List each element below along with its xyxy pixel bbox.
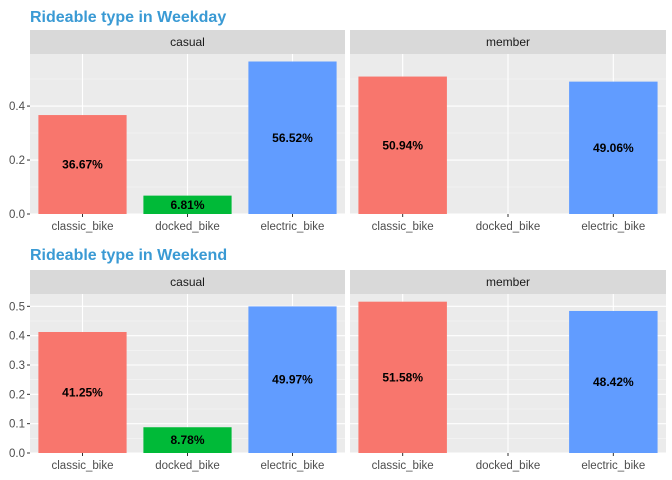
facet-strip-label: casual	[170, 275, 205, 289]
x-tick-label: electric_bike	[581, 221, 645, 233]
figure: Rideable type in Weekday casual 36.67% 6.81…	[9, 9, 666, 472]
x-tick-label: electric_bike	[581, 460, 645, 472]
bar-label-classic_bike: 41.25%	[62, 385, 103, 399]
x-tick-label: docked_bike	[476, 460, 541, 472]
y-tick-label: 0.5	[9, 301, 25, 313]
facet-casual: casual 41.25% 8.78% 49.97% classic_bike docke…	[9, 270, 345, 472]
bar-label-electric_bike: 49.06%	[593, 141, 634, 155]
y-tick-label: 0.3	[9, 360, 25, 372]
y-tick-label: 0.0	[9, 209, 25, 221]
bar-label-electric_bike: 49.97%	[272, 373, 313, 387]
x-tick-label: electric_bike	[261, 460, 325, 472]
chart-title: Rideable type in Weekend	[30, 247, 227, 264]
y-tick-label: 0.4	[9, 331, 26, 343]
chart-2: Rideable type in Weekend casual 41.25% 8.78…	[9, 247, 666, 472]
bar-label-classic_bike: 51.58%	[382, 370, 423, 384]
y-tick-label: 0.0	[9, 448, 25, 460]
bar-label-classic_bike: 36.67%	[62, 158, 103, 172]
bar-label-electric_bike: 56.52%	[272, 131, 313, 145]
facet-strip-label: member	[486, 275, 530, 289]
bar-label-docked_bike: 6.81%	[170, 198, 204, 212]
x-tick-label: classic_bike	[372, 221, 434, 233]
y-tick-label: 0.1	[9, 419, 25, 431]
chart-title: Rideable type in Weekday	[30, 9, 226, 26]
chart-1: Rideable type in Weekday casual 36.67% 6.81…	[9, 9, 666, 233]
facet-member: member 50.94% 49.06% classic_bike docked_bik…	[350, 30, 666, 233]
x-tick-label: electric_bike	[261, 221, 325, 233]
bar-label-electric_bike: 48.42%	[593, 375, 634, 389]
facet-strip-label: member	[486, 35, 530, 49]
y-tick-label: 0.4	[9, 101, 26, 113]
bar-label-docked_bike: 8.78%	[170, 433, 204, 447]
facet-strip-label: casual	[170, 35, 205, 49]
x-tick-label: docked_bike	[155, 460, 220, 472]
x-tick-label: classic_bike	[372, 460, 434, 472]
y-tick-label: 0.2	[9, 155, 25, 167]
x-tick-label: classic_bike	[52, 460, 114, 472]
x-tick-label: classic_bike	[52, 221, 114, 233]
x-tick-label: docked_bike	[155, 221, 220, 233]
y-tick-label: 0.2	[9, 389, 25, 401]
x-tick-label: docked_bike	[476, 221, 541, 233]
bar-label-classic_bike: 50.94%	[382, 138, 423, 152]
facet-member: member 51.58% 48.42% classic_bike docked_bik…	[350, 270, 666, 472]
facet-casual: casual 36.67% 6.81% 56.52% classic_bike docke…	[9, 30, 345, 233]
